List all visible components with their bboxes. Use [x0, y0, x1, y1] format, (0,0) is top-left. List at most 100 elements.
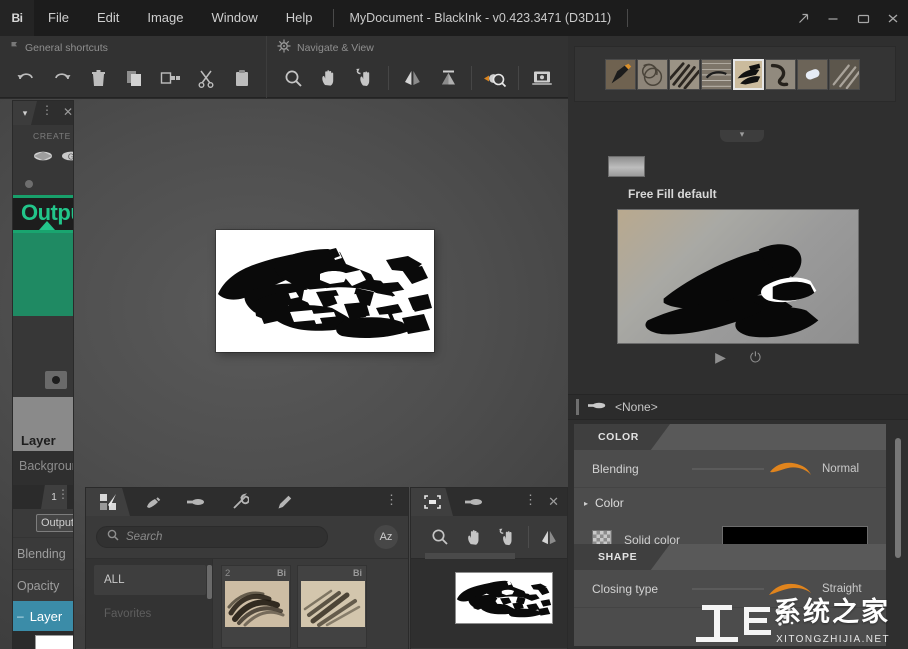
- blending-value[interactable]: Normal: [812, 463, 886, 475]
- fullscreen-button[interactable]: [524, 61, 560, 95]
- artboard[interactable]: [216, 230, 434, 352]
- layer-swatch-zone[interactable]: Layer: [13, 397, 73, 451]
- brush-card[interactable]: Bi: [297, 565, 367, 648]
- tab-nib[interactable]: [174, 488, 218, 516]
- undo-button[interactable]: [8, 61, 44, 95]
- preset-curve-stroke[interactable]: [765, 59, 796, 90]
- nib-selector-row[interactable]: <None>: [568, 394, 908, 420]
- node-port-row: [13, 175, 73, 193]
- flag-icon: [10, 39, 19, 57]
- pan-tool[interactable]: [311, 61, 347, 95]
- rotate-view-tool[interactable]: [491, 522, 525, 552]
- category-scrollbar[interactable]: [207, 565, 212, 599]
- layers-menu-button[interactable]: ⋮: [57, 489, 69, 499]
- navigator-slider[interactable]: [425, 553, 515, 559]
- brush-preview[interactable]: [617, 209, 859, 344]
- reset-view-button[interactable]: [430, 61, 466, 95]
- menu-window[interactable]: Window: [198, 0, 272, 36]
- navigator-preview[interactable]: [411, 558, 567, 648]
- search-input[interactable]: Search: [96, 526, 328, 548]
- brush-color-swatch[interactable]: [608, 156, 645, 177]
- rotate-view-tool[interactable]: [347, 61, 383, 95]
- copy-button[interactable]: [116, 61, 152, 95]
- general-tools: [0, 58, 265, 98]
- chevron-right-icon[interactable]: ▸: [584, 499, 588, 508]
- output-button[interactable]: Output: [36, 514, 74, 532]
- layer-visibility-icon[interactable]: –: [17, 609, 24, 623]
- output-node[interactable]: Output: [13, 195, 74, 316]
- redo-button[interactable]: [44, 61, 80, 95]
- preset-hatch[interactable]: [669, 59, 700, 90]
- navigator-menu-button[interactable]: ⋮: [524, 494, 537, 505]
- cut-button[interactable]: [188, 61, 224, 95]
- brush-card[interactable]: 2 Bi: [221, 565, 291, 648]
- tab-brush-presets[interactable]: [86, 488, 130, 516]
- selected-layer-row[interactable]: – Layer: [13, 601, 73, 631]
- node-port[interactable]: [25, 180, 33, 188]
- restore-window-button[interactable]: [788, 0, 818, 36]
- pan-tool[interactable]: [457, 522, 491, 552]
- right-panel-scrollbar[interactable]: [895, 438, 901, 558]
- tab-pencil[interactable]: [262, 488, 306, 516]
- zoom-tool[interactable]: [275, 61, 311, 95]
- paste-button[interactable]: [224, 61, 260, 95]
- tab-brush[interactable]: [130, 488, 174, 516]
- category-favorites[interactable]: Favorites: [94, 599, 206, 629]
- zoom-to-fit-button[interactable]: [477, 61, 513, 95]
- navigator-thumbnail[interactable]: [455, 572, 553, 624]
- preset-swirl[interactable]: [637, 59, 668, 90]
- panel-tabbar: ▾ ⋮ ✕: [13, 101, 73, 125]
- delete-button[interactable]: [80, 61, 116, 95]
- layer-thumbnail[interactable]: [35, 635, 74, 649]
- search-icon: [107, 528, 119, 546]
- closing-type-value[interactable]: Straight: [812, 583, 886, 595]
- title-bar: Bi File Edit Image Window Help MyDocumen…: [0, 0, 908, 36]
- blending-row[interactable]: Blending Normal: [574, 450, 886, 488]
- preset-free-fill[interactable]: [733, 59, 764, 90]
- shape-section-body: Closing type Straight: [574, 570, 886, 646]
- preset-ink-pen[interactable]: [605, 59, 636, 90]
- sort-alphabetical-button[interactable]: Az: [374, 525, 398, 549]
- close-window-button[interactable]: [878, 0, 908, 36]
- output-node-body[interactable]: [13, 230, 74, 316]
- power-toggle-button[interactable]: ⏻: [750, 349, 761, 366]
- zoom-tool[interactable]: [423, 522, 457, 552]
- brush-library-menu-button[interactable]: ⋮: [385, 494, 398, 505]
- brush-node-icon[interactable]: [33, 149, 53, 167]
- duplicate-button[interactable]: [152, 61, 188, 95]
- blending-property-row[interactable]: Blending: [13, 537, 73, 569]
- navigator-close-button[interactable]: ✕: [548, 494, 559, 510]
- minimize-window-button[interactable]: [818, 0, 848, 36]
- blending-slider-track[interactable]: [692, 468, 764, 470]
- shape-section-title[interactable]: SHAPE: [574, 544, 670, 570]
- menu-edit[interactable]: Edit: [83, 0, 133, 36]
- menu-help[interactable]: Help: [272, 0, 327, 36]
- flip-horizontal-button[interactable]: [532, 522, 566, 552]
- tab-nib[interactable]: [453, 488, 495, 516]
- category-all[interactable]: ALL: [94, 565, 206, 595]
- tab-navigator[interactable]: [411, 488, 453, 516]
- preset-hatch-2[interactable]: [829, 59, 860, 90]
- tab-node-graph[interactable]: ▾: [13, 101, 37, 125]
- opacity-property-row[interactable]: Opacity: [13, 569, 73, 601]
- menu-image[interactable]: Image: [133, 0, 197, 36]
- closing-type-label: Closing type: [574, 582, 692, 596]
- color-subsection[interactable]: ▸ Color: [574, 488, 886, 518]
- preset-thin-line[interactable]: [701, 59, 732, 90]
- color-section-title[interactable]: COLOR: [574, 424, 670, 450]
- closing-type-slider-track[interactable]: [692, 588, 764, 590]
- flip-horizontal-button[interactable]: [394, 61, 430, 95]
- tab-settings[interactable]: [218, 488, 262, 516]
- background-layer-row[interactable]: Background: [13, 451, 73, 485]
- menu-file[interactable]: File: [34, 0, 83, 36]
- collapse-presets-button[interactable]: ▾: [720, 130, 764, 142]
- generator-node-icon[interactable]: G: [61, 149, 74, 167]
- nib-value: <None>: [615, 400, 658, 414]
- panel-menu-button[interactable]: ⋮: [41, 105, 53, 115]
- closing-type-row[interactable]: Closing type Straight: [574, 570, 886, 608]
- preset-eraser[interactable]: [797, 59, 828, 90]
- maximize-window-button[interactable]: [848, 0, 878, 36]
- panel-close-button[interactable]: ✕: [63, 105, 73, 119]
- record-node-button[interactable]: [45, 371, 67, 389]
- play-preview-button[interactable]: ▶: [715, 349, 726, 366]
